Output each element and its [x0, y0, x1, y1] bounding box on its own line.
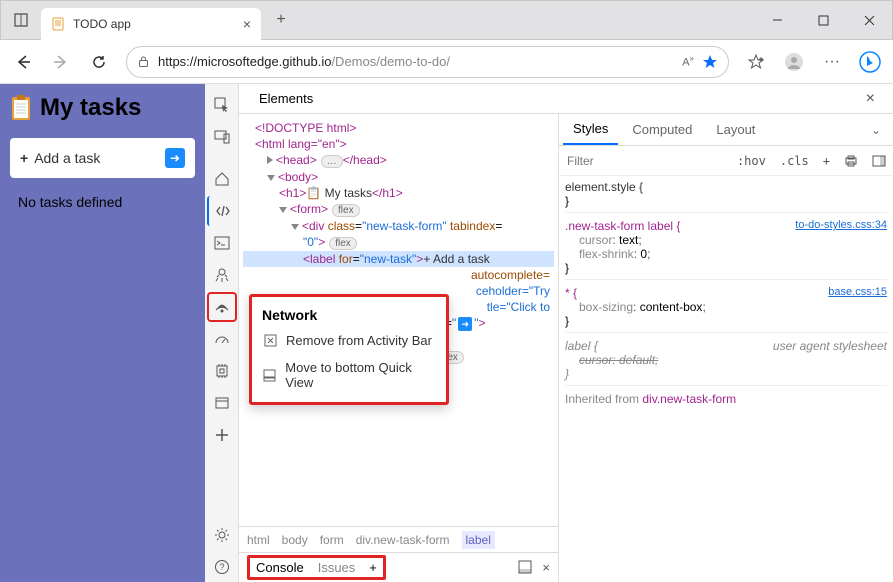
- no-tasks-message: No tasks defined: [10, 194, 195, 210]
- styles-filter-input[interactable]: [559, 154, 730, 168]
- devtools-close-button[interactable]: ×: [858, 90, 883, 108]
- source-link-2[interactable]: base.css:15: [828, 286, 887, 298]
- styles-tabs: Styles Computed Layout ⌄: [559, 114, 893, 146]
- browser-toolbar: https://microsoftedge.github.io/Demos/de…: [0, 40, 893, 84]
- page-header: My tasks: [10, 94, 195, 122]
- dom-panel: <!DOCTYPE html> <html lang="en"> <head>……: [239, 114, 559, 582]
- styles-rules[interactable]: element.style { } .new-task-form label {…: [559, 176, 893, 582]
- minimize-button[interactable]: [754, 0, 800, 40]
- url-text: https://microsoftedge.github.io/Demos/de…: [158, 54, 450, 69]
- context-remove-label: Remove from Activity Bar: [286, 333, 432, 348]
- layout-tab[interactable]: Layout: [706, 114, 765, 145]
- application-icon[interactable]: [207, 388, 237, 418]
- context-move-item[interactable]: Move to bottom Quick View: [252, 354, 446, 396]
- computed-tab[interactable]: Computed: [622, 114, 702, 145]
- console-icon[interactable]: [207, 228, 237, 258]
- submit-button[interactable]: ➜: [165, 148, 185, 168]
- sources-icon[interactable]: [207, 260, 237, 290]
- address-bar[interactable]: https://microsoftedge.github.io/Demos/de…: [126, 46, 729, 78]
- crumb-form[interactable]: form: [320, 533, 344, 547]
- close-window-button[interactable]: [846, 0, 892, 40]
- elements-tab[interactable]: Elements: [249, 84, 323, 113]
- chevron-down-icon[interactable]: ⌄: [863, 123, 889, 137]
- crumb-label[interactable]: label: [462, 531, 495, 549]
- new-rule-button[interactable]: +: [816, 154, 837, 168]
- tab-actions-button[interactable]: [1, 0, 41, 40]
- inspect-icon[interactable]: [207, 90, 237, 120]
- drawer-dock-icon[interactable]: [518, 560, 532, 575]
- network-icon[interactable]: [207, 292, 237, 322]
- context-menu: Network Remove from Activity Bar Move to…: [249, 294, 449, 405]
- drawer-add-button[interactable]: +: [369, 560, 377, 575]
- cls-toggle[interactable]: .cls: [773, 154, 816, 168]
- page-title: My tasks: [40, 94, 141, 122]
- context-move-label: Move to bottom Quick View: [285, 360, 436, 390]
- window-titlebar: TODO app × +: [0, 0, 893, 40]
- rendered-page: My tasks + Add a task ➜ No tasks defined: [0, 84, 205, 582]
- context-menu-title: Network: [252, 303, 446, 327]
- crumb-div[interactable]: div.new-task-form: [356, 533, 450, 547]
- profile-button[interactable]: [777, 45, 811, 79]
- add-task-label: Add a task: [34, 150, 100, 166]
- favorite-icon[interactable]: [702, 54, 718, 70]
- devtools-body: <!DOCTYPE html> <html lang="en"> <head>……: [239, 114, 893, 582]
- clipboard-icon: [10, 95, 32, 121]
- plus-icon: +: [20, 150, 28, 166]
- crumb-body[interactable]: body: [282, 533, 308, 547]
- lock-icon: [137, 55, 150, 68]
- elements-icon[interactable]: [207, 196, 237, 226]
- styles-tab[interactable]: Styles: [563, 114, 618, 145]
- tab-close-button[interactable]: ×: [243, 16, 251, 32]
- panel-icon[interactable]: [865, 154, 893, 168]
- hov-toggle[interactable]: :hov: [730, 154, 773, 168]
- drawer-close-icon[interactable]: ×: [542, 560, 550, 575]
- tab-title: TODO app: [73, 17, 131, 31]
- more-tools-button[interactable]: [207, 420, 237, 450]
- memory-icon[interactable]: [207, 356, 237, 386]
- drawer-highlight: Console Issues +: [247, 555, 386, 580]
- add-task-field[interactable]: + Add a task ➜: [10, 138, 195, 178]
- reader-icon[interactable]: A»: [682, 54, 694, 69]
- forward-button[interactable]: [44, 45, 78, 79]
- drawer-issues-tab[interactable]: Issues: [318, 560, 356, 575]
- clipboard-glyph: 📋: [306, 186, 321, 200]
- dom-tree[interactable]: <!DOCTYPE html> <html lang="en"> <head>……: [239, 114, 558, 526]
- tab-grid-icon: [14, 13, 28, 27]
- main-area: My tasks + Add a task ➜ No tasks defined: [0, 84, 893, 582]
- settings-icon[interactable]: [207, 520, 237, 550]
- bing-button[interactable]: [853, 45, 887, 79]
- refresh-button[interactable]: [82, 45, 116, 79]
- move-icon: [262, 369, 277, 382]
- performance-icon[interactable]: [207, 324, 237, 354]
- svg-text:?: ?: [219, 562, 224, 572]
- drawer: Console Issues + ×: [239, 552, 558, 582]
- back-button[interactable]: [6, 45, 40, 79]
- drawer-console-tab[interactable]: Console: [256, 560, 304, 575]
- crumb-html[interactable]: html: [247, 533, 270, 547]
- maximize-button[interactable]: [800, 0, 846, 40]
- devtools-header: Elements ×: [239, 84, 893, 114]
- welcome-icon[interactable]: [207, 164, 237, 194]
- favorites-button[interactable]: [739, 45, 773, 79]
- browser-tab[interactable]: TODO app ×: [41, 8, 261, 40]
- print-icon[interactable]: [837, 154, 865, 168]
- source-link[interactable]: to-do-styles.css:34: [795, 219, 887, 231]
- window-controls: [754, 0, 892, 40]
- device-icon[interactable]: [207, 122, 237, 152]
- help-icon[interactable]: ?: [207, 552, 237, 582]
- dom-breadcrumb[interactable]: html body form div.new-task-form label: [239, 526, 558, 552]
- context-remove-item[interactable]: Remove from Activity Bar: [252, 327, 446, 354]
- menu-button[interactable]: ···: [815, 45, 849, 79]
- remove-icon: [262, 334, 278, 347]
- devtools-panel: ? Elements × <!DOCTYPE html> <html lang=…: [205, 84, 893, 582]
- devtools-main: Elements × <!DOCTYPE html> <html lang="e…: [239, 84, 893, 582]
- activity-bar: ?: [205, 84, 239, 582]
- new-tab-button[interactable]: +: [265, 4, 297, 36]
- styles-filter-row: :hov .cls +: [559, 146, 893, 176]
- styles-panel: Styles Computed Layout ⌄ :hov .cls +: [559, 114, 893, 582]
- favicon-icon: [51, 17, 65, 31]
